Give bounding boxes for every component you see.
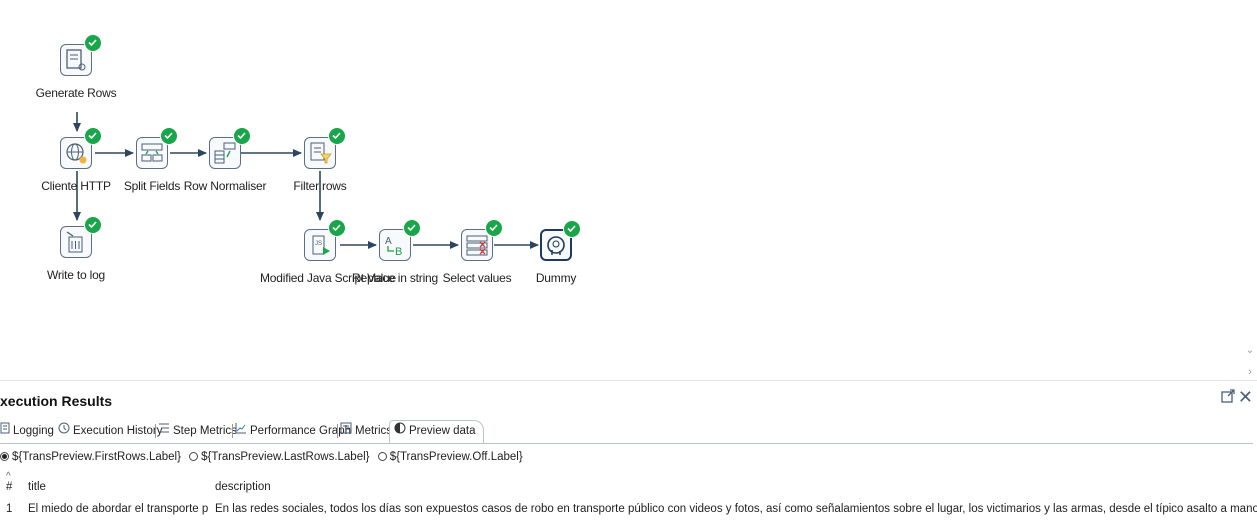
step-label: Generate Rows	[35, 86, 117, 100]
execution-results-panel: xecution Results ✕ Logging Execution His…	[0, 380, 1257, 530]
success-check-icon	[84, 34, 102, 52]
success-check-icon	[328, 127, 346, 145]
dummy-icon	[540, 220, 581, 261]
graph-icon	[235, 421, 247, 441]
split-fields-icon	[136, 127, 178, 169]
scroll-right-icon[interactable]: ›	[1243, 366, 1257, 380]
svg-text:JS: JS	[315, 241, 322, 247]
tab-performance-graph[interactable]: Performance Graph	[235, 421, 351, 441]
transformation-canvas[interactable]: Generate Rows Cliente HTTP Split Fields …	[0, 0, 1257, 380]
http-client-icon	[60, 127, 102, 169]
step-generate-rows[interactable]: Generate Rows	[16, 34, 136, 100]
success-check-icon	[563, 220, 581, 238]
row-index: 1	[6, 503, 13, 515]
column-header-description[interactable]: description	[215, 481, 515, 493]
step-label: Dummy	[535, 271, 577, 285]
radio-selected[interactable]	[0, 452, 9, 461]
svg-text:A: A	[385, 236, 392, 247]
table-row[interactable]: 1 El miedo de abordar el transporte públ…	[0, 501, 1257, 521]
replace-string-icon: AB	[379, 219, 421, 261]
preview-options: ${TransPreview.FirstRows.Label} ${TransP…	[0, 447, 523, 467]
preview-icon	[394, 421, 406, 441]
metrics-icon	[340, 421, 352, 441]
cell-title[interactable]: El miedo de abordar el transporte públi.…	[28, 503, 208, 515]
tab-preview-data[interactable]: Preview data	[389, 420, 485, 443]
step-label: Filter rows	[293, 179, 347, 193]
filter-rows-icon	[304, 127, 346, 169]
step-label: Write to log	[46, 268, 106, 282]
svg-text:B: B	[395, 246, 402, 257]
tab-separator	[232, 424, 233, 438]
select-values-icon	[461, 219, 503, 261]
success-check-icon	[84, 216, 102, 234]
panel-title: xecution Results	[0, 393, 113, 409]
column-header-title[interactable]: title	[28, 481, 208, 493]
step-filter-rows[interactable]: Filter rows	[260, 127, 380, 193]
tab-logging[interactable]: Logging	[0, 421, 54, 441]
column-header-index[interactable]: #	[6, 481, 26, 493]
radio-unselected[interactable]	[377, 452, 387, 461]
tab-metrics[interactable]: Metrics	[340, 421, 392, 441]
radio-unselected[interactable]	[189, 452, 199, 461]
javascript-icon: JS	[304, 219, 346, 261]
success-check-icon	[233, 127, 251, 145]
preview-last-rows-option[interactable]: ${TransPreview.LastRows.Label}	[189, 451, 370, 463]
step-dummy[interactable]: Dummy	[496, 220, 616, 295]
row-normaliser-icon	[209, 127, 251, 169]
scroll-down-icon[interactable]: ⌄	[1243, 345, 1257, 365]
step-metrics-icon	[158, 421, 170, 441]
preview-first-rows-option[interactable]: ${TransPreview.FirstRows.Label}	[0, 451, 181, 463]
logging-icon	[0, 421, 10, 441]
tab-separator	[337, 424, 338, 438]
cell-description[interactable]: En las redes sociales, todos los días so…	[215, 503, 1257, 515]
table-header: ^ # title description	[0, 471, 1257, 499]
write-to-log-icon	[60, 216, 102, 258]
tab-execution-history[interactable]: Execution History	[58, 421, 162, 441]
close-icon[interactable]: ✕	[1238, 387, 1253, 408]
step-write-to-log[interactable]: Write to log	[16, 216, 136, 282]
restore-window-icon[interactable]	[1221, 389, 1235, 408]
preview-off-option[interactable]: ${TransPreview.Off.Label}	[377, 451, 523, 463]
tab-step-metrics[interactable]: Step Metrics	[158, 421, 237, 441]
results-tab-bar: Logging Execution History Step Metrics P…	[0, 419, 1253, 444]
generate-rows-icon	[60, 34, 102, 76]
history-icon	[58, 421, 70, 441]
tab-separator	[155, 424, 156, 438]
